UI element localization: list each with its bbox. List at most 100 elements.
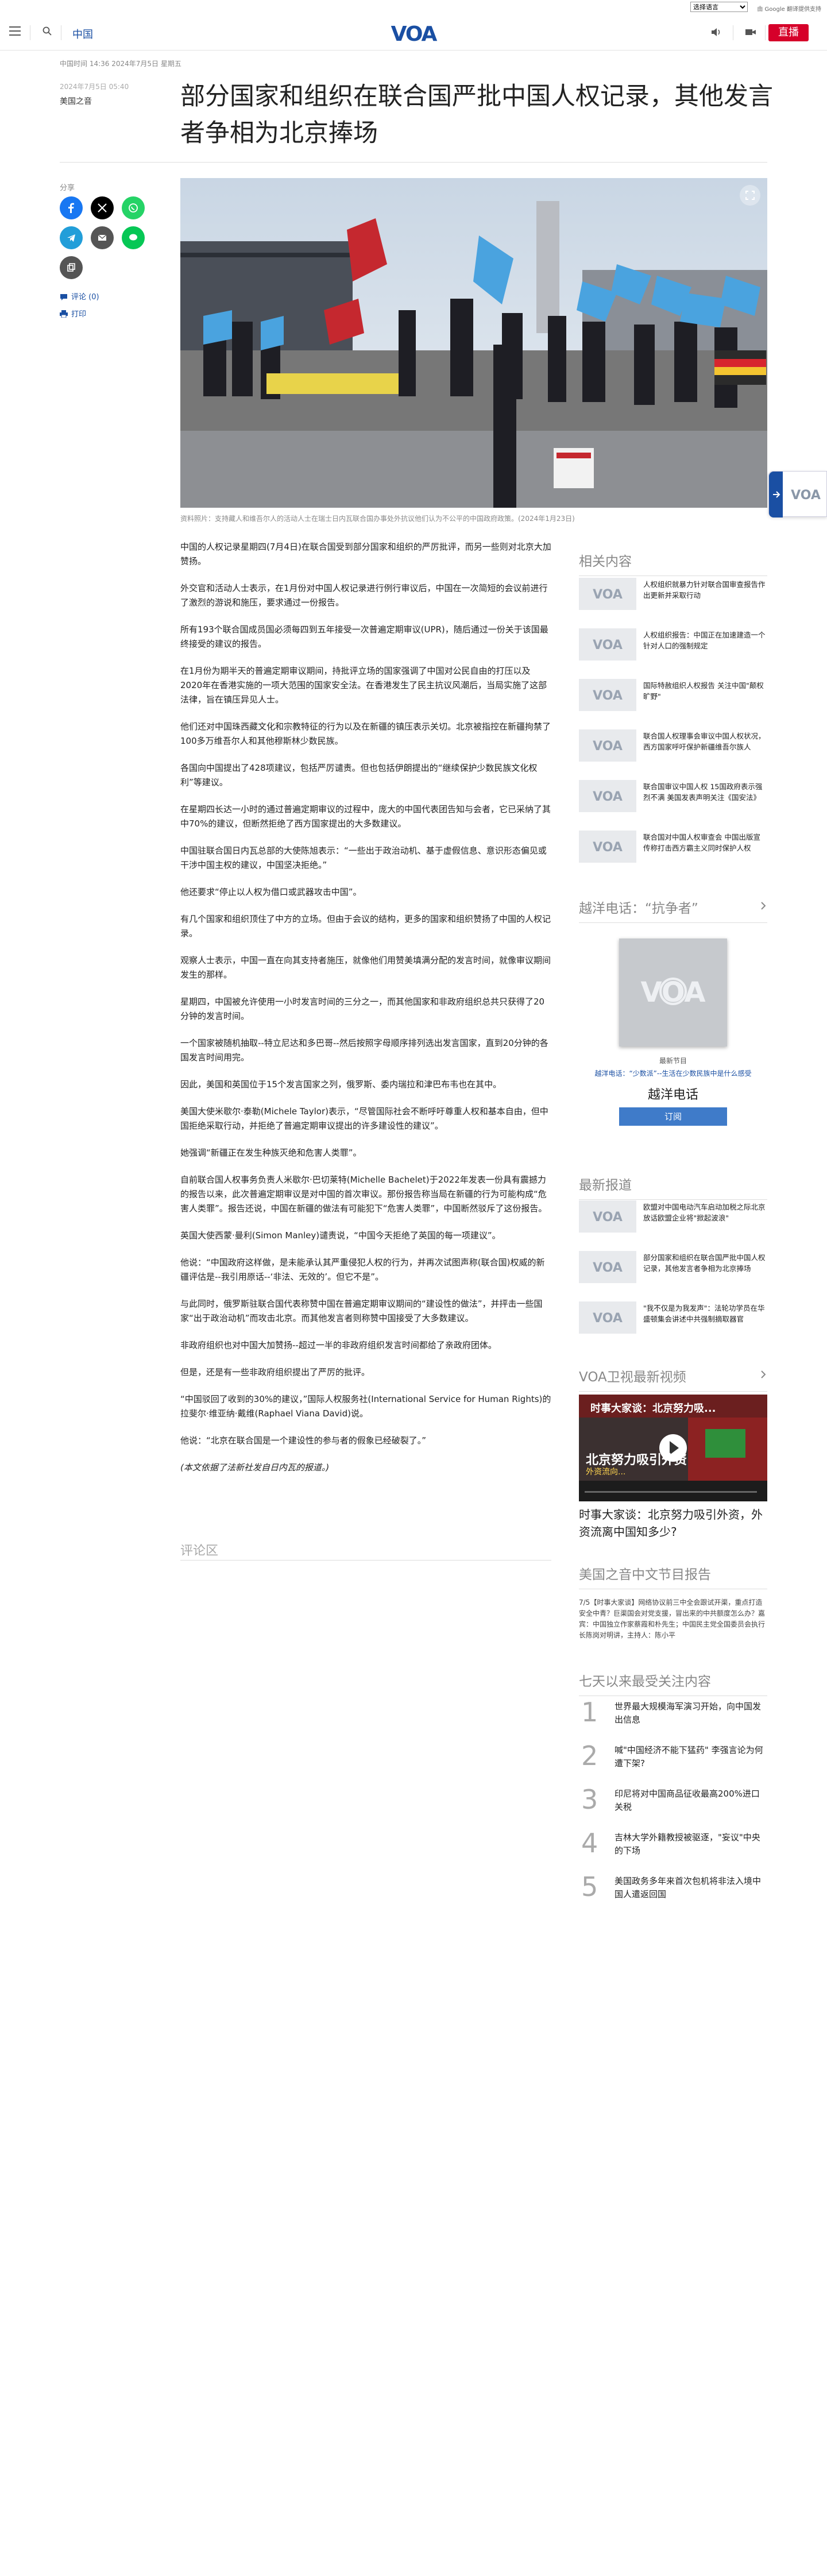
popular-item-title: 世界最大规模海军演习开始，向中国发出信息 bbox=[615, 1701, 762, 1725]
article-body: 中国的人权记录星期四(7月4日)在联合国受到部分国家和组织的严厉批评，而另一些则… bbox=[180, 540, 551, 1488]
popular-item-title: 美国政务多年来首次包机将非法入境中国人遣返回国 bbox=[615, 1876, 762, 1899]
email-share-button[interactable] bbox=[91, 226, 114, 249]
related-item[interactable]: VOA 国际特赦组织人权报告 关注中国"颠权旷野" bbox=[579, 679, 767, 711]
paragraph: 因此，美国和英国位于15个发言国家之列，俄罗斯、委内瑞拉和津巴布韦也在其中。 bbox=[180, 1079, 502, 1090]
comments-link[interactable]: 评论 (0) bbox=[60, 291, 99, 302]
video-section-title: VOA卫视最新视频 bbox=[579, 1366, 767, 1385]
expand-icon[interactable] bbox=[740, 185, 760, 206]
menu-icon[interactable] bbox=[9, 26, 21, 36]
popular-list: 1 世界最大规模海军演习开始，向中国发出信息 2 喊"中国经济不能下猛药" 李强言论… bbox=[579, 1697, 767, 1906]
voa-thumb: VOA bbox=[579, 1251, 636, 1283]
whatsapp-share-button[interactable] bbox=[122, 196, 145, 219]
podcast-section[interactable]: 越洋电话：“抗争者” bbox=[579, 897, 767, 923]
paragraph: 在星期四长达一小时的通过普遍定期审议的过程中，庞大的中国代表团告知与会者，它已采… bbox=[180, 804, 551, 829]
article-date: 2024年7月5日 05:40 bbox=[60, 83, 129, 91]
svg-text:VOA: VOA bbox=[593, 1311, 623, 1326]
paragraph: 一个国家被随机抽取--特立尼达和多巴哥--然后按照字母顺序排列选出发言国家，直到… bbox=[180, 1038, 548, 1063]
voa-thumb: VOA bbox=[579, 780, 636, 812]
video-overlay-title: 时事大家谈：北京努力吸... bbox=[590, 1403, 716, 1415]
svg-text:VOA: VOA bbox=[791, 488, 821, 501]
live-button[interactable]: 直播 bbox=[768, 24, 809, 41]
comments-section-title: 评论区 bbox=[180, 1544, 219, 1558]
video-section[interactable]: VOA卫视最新视频 bbox=[579, 1366, 767, 1392]
article-byline[interactable]: 美国之音 bbox=[60, 95, 92, 107]
rank-number: 1 bbox=[581, 1697, 598, 1728]
x-share-button[interactable] bbox=[91, 196, 114, 219]
podcast-title: 越洋电话：“抗争者” bbox=[579, 897, 767, 917]
audio-icon[interactable] bbox=[710, 26, 722, 38]
svg-text:VOA: VOA bbox=[391, 22, 438, 45]
popular-title: 七天以来最受关注内容 bbox=[579, 1674, 711, 1689]
expand-arrow-icon[interactable] bbox=[769, 472, 783, 517]
paragraph: 英国大使西蒙·曼利(Simon Manley)谴责说，“中国今天拒绝了英国的每一… bbox=[180, 1230, 501, 1241]
paragraph: 非政府组织也对中国大加赞扬--超过一半的非政府组织发言时间都给了亲政府团体。 bbox=[180, 1340, 497, 1350]
search-icon[interactable] bbox=[42, 26, 52, 36]
copy-link-button[interactable] bbox=[60, 256, 83, 279]
paragraph: 他说：“北京在联合国是一个建设性的参与者的假象已经破裂了。” bbox=[180, 1435, 427, 1446]
rank-number: 2 bbox=[581, 1740, 598, 1771]
article-credit: (本文依据了法新社发自日内瓦的报道。) bbox=[180, 1462, 330, 1473]
paragraph: 中国的人权记录星期四(7月4日)在联合国受到部分国家和组织的严厉批评，而另一些则… bbox=[180, 542, 551, 566]
related-item[interactable]: VOA 联合国审议中国人权 15国政府表示强烈不满 美国发表声明关注《国安法》 bbox=[579, 780, 767, 812]
related-item[interactable]: VOA 联合国对中国人权审查会 中国出版宣传称打击西方霸主义同时保护人权 bbox=[579, 831, 767, 863]
telegram-share-button[interactable] bbox=[60, 226, 83, 249]
svg-text:VOA: VOA bbox=[593, 588, 623, 602]
podcast-episode-link[interactable]: 越洋电话：“少数派”--生活在少数民族中是什么感受 bbox=[579, 1068, 767, 1078]
paragraph: 但是，还是有一些非政府组织提出了严厉的批评。 bbox=[180, 1367, 370, 1377]
related-section: 相关内容 bbox=[579, 550, 767, 576]
article-meta: 中国时间 14:36 2024年7月5日 星期五 bbox=[60, 60, 181, 68]
paragraph: 中国驻联合国日内瓦总部的大使陈旭表示：“一些出于政治动机、基于虚假信息、意识形态… bbox=[180, 845, 547, 870]
video-overlay-sub: 外资流向... bbox=[586, 1467, 626, 1477]
voa-thumb: VOA bbox=[579, 729, 636, 762]
popular-section: 七天以来最受关注内容 bbox=[579, 1670, 767, 1696]
facebook-share-button[interactable] bbox=[60, 196, 83, 219]
subscribe-button[interactable]: 订阅 bbox=[619, 1107, 727, 1126]
popular-item-title: 吉林大学外籍教授被驱逐，"妄议"中央的下场 bbox=[615, 1832, 760, 1856]
comments-link-label: 评论 (0) bbox=[71, 293, 99, 302]
video-icon[interactable] bbox=[744, 26, 757, 38]
rank-number: 4 bbox=[581, 1828, 598, 1859]
doc-report-text[interactable]: 7/5【时事大家谈】网络协议前三中全会跟试开渠，重点打造安全中青？巨渠国会对党支… bbox=[579, 1597, 767, 1641]
print-link[interactable]: 打印 bbox=[60, 308, 86, 319]
hero-image bbox=[180, 178, 767, 508]
svg-text:VOA: VOA bbox=[593, 739, 623, 754]
paragraph: 所有193个联合国成员国必须每四到五年接受一次普遍定期审议(UPR)，随后通过一… bbox=[180, 624, 548, 649]
video-player[interactable]: 时事大家谈：北京努力吸... 北京努力吸引外资 外资流向... bbox=[579, 1395, 767, 1501]
related-item[interactable]: VOA 人权组织报告：中国正在加速建造一个针对人口的强制规定 bbox=[579, 628, 767, 661]
paragraph: 他们还对中国珠西藏文化和宗教特征的行为以及在新疆的镇压表示关切。北京被指控在新疆… bbox=[180, 721, 551, 746]
svg-text:VOA: VOA bbox=[593, 1261, 623, 1275]
related-item[interactable]: VOA 联合国人权理事会审议中国人权状况，西方国家呼吁保护新疆维吾尔族人 bbox=[579, 729, 767, 762]
svg-text:VOA: VOA bbox=[593, 1210, 623, 1225]
latest-item[interactable]: VOA 欧盟对中国电动汽车启动加税之际北京放话欧盟企业将"掀起波浪" bbox=[579, 1200, 767, 1233]
chevron-right-icon bbox=[761, 1370, 766, 1378]
voa-thumb: VOA bbox=[579, 1200, 636, 1233]
paragraph: 与此同时，俄罗斯驻联合国代表称赞中国在普遍定期审议期间的“建设性的做法”，并抨击… bbox=[180, 1299, 543, 1323]
voa-thumb: VOA bbox=[579, 1301, 636, 1334]
related-item-title: 国际特赦组织人权报告 关注中国"颠权旷野" bbox=[643, 681, 764, 701]
video-caption[interactable]: 时事大家谈：北京努力吸引外资，外资流离中国知多少? bbox=[579, 1506, 767, 1540]
voa-logo[interactable]: VOA bbox=[384, 22, 443, 45]
podcast-cover[interactable]: VOA bbox=[619, 939, 727, 1046]
latest-section: 最新报道 bbox=[579, 1174, 767, 1200]
latest-item[interactable]: VOA 部分国家和组织在联合国严批中国人权记录，其他发言者争相为北京捧场 bbox=[579, 1251, 767, 1283]
floating-promo-widget[interactable]: VOA bbox=[768, 471, 827, 517]
latest-list: VOA 欧盟对中国电动汽车启动加税之际北京放话欧盟企业将"掀起波浪" VOA 部分国… bbox=[579, 1200, 767, 1350]
rank-number: 3 bbox=[581, 1784, 598, 1815]
paragraph: 他说：“中国政府这样做，是未能承认其严重侵犯人权的行为，并再次试图声称(联合国)… bbox=[180, 1257, 545, 1282]
rank-number: 5 bbox=[581, 1871, 598, 1902]
voa-thumb: VOA bbox=[579, 679, 636, 711]
latest-item[interactable]: VOA "我不仅是为我发声"：法轮功学员在华盛顿集会讲述中共强制摘取器官 bbox=[579, 1301, 767, 1334]
article-headline: 部分国家和组织在联合国严批中国人权记录，其他发言者争相为北京捧场 bbox=[180, 82, 773, 148]
line-icon bbox=[129, 234, 137, 241]
whatsapp-icon bbox=[129, 203, 138, 213]
related-item[interactable]: VOA 人权组织就暴力针对联合国审查报告作出更新并采取行动 bbox=[579, 578, 767, 610]
line-share-button[interactable] bbox=[122, 226, 145, 249]
podcast-card: VOA 最新节目 越洋电话：“少数派”--生活在少数民族中是什么感受 越洋电话 … bbox=[579, 935, 767, 1153]
translate-bar: 选择语言 由 Google 翻译提供支持 bbox=[0, 0, 827, 15]
paragraph: 他还要求“停止以人权为借口或武器攻击中国”。 bbox=[180, 887, 362, 897]
telegram-icon bbox=[67, 234, 75, 242]
doc-report-title: 美国之音中文节目报告 bbox=[579, 1567, 711, 1582]
language-select[interactable]: 选择语言 bbox=[690, 2, 748, 12]
paragraph: 外交官和活动人士表示，在1月份对中国人权记录进行例行审议后，中国在一次简短的会议… bbox=[180, 583, 548, 608]
section-link-china[interactable]: 中国 bbox=[72, 26, 93, 41]
